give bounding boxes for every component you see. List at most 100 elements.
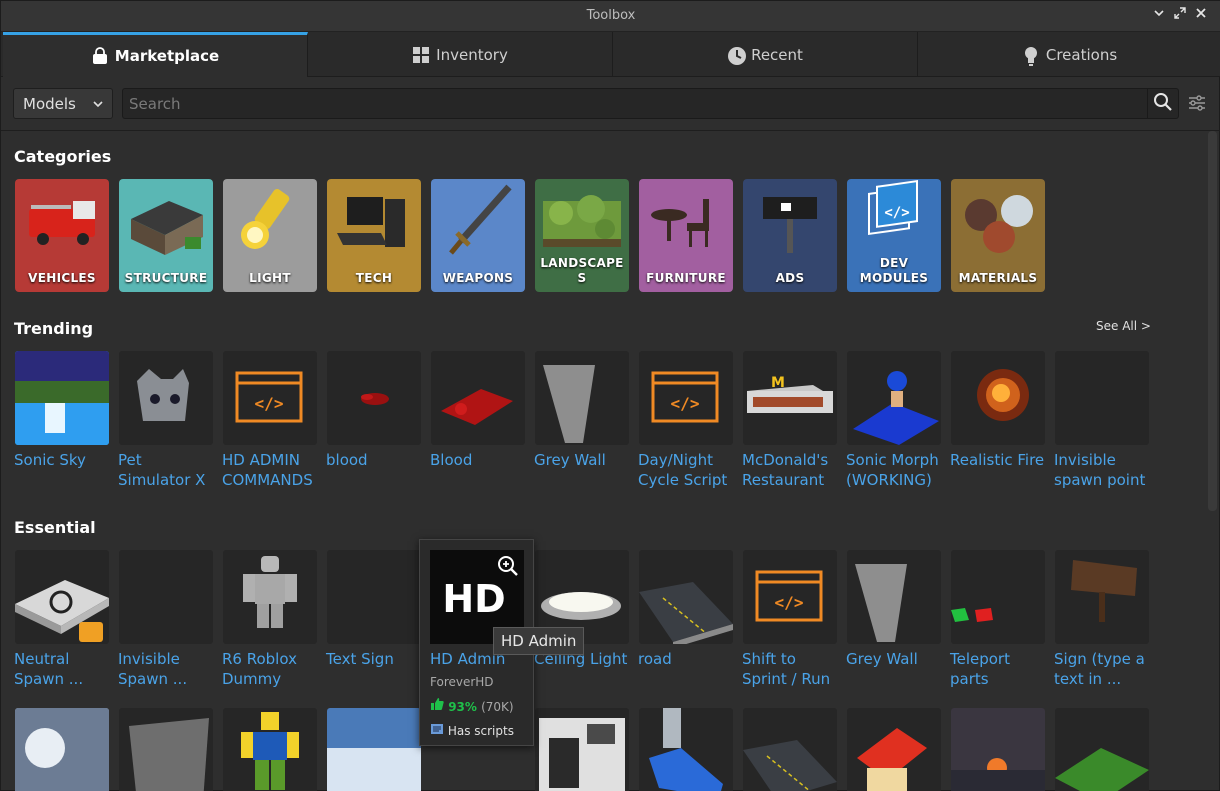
building-model bbox=[539, 718, 625, 791]
item-thumbnail[interactable] bbox=[223, 708, 317, 791]
item-name[interactable]: Invisible Spawn ... bbox=[118, 649, 208, 689]
item-name[interactable]: HD ADMIN COMMANDS bbox=[222, 450, 314, 490]
category-label: VEHICLES bbox=[28, 271, 96, 285]
item-thumbnail[interactable] bbox=[327, 708, 421, 791]
item-name[interactable]: McDonald's Restaurant bbox=[742, 450, 840, 490]
thumbs-up-icon bbox=[430, 698, 448, 714]
item-thumbnail[interactable]: </> bbox=[639, 351, 733, 445]
item-thumbnail[interactable] bbox=[119, 550, 213, 644]
noob-model bbox=[241, 712, 299, 790]
item-thumbnail[interactable] bbox=[951, 351, 1045, 445]
chevron-down-icon bbox=[92, 96, 104, 108]
script-icon: </> bbox=[651, 371, 719, 423]
tab-marketplace[interactable]: Marketplace bbox=[3, 32, 308, 77]
category-label: ADS bbox=[775, 271, 805, 285]
item-thumbnail[interactable] bbox=[327, 550, 421, 644]
item-thumbnail[interactable] bbox=[15, 550, 109, 644]
item-thumbnail[interactable] bbox=[535, 351, 629, 445]
skybox-image bbox=[327, 708, 421, 791]
tab-inventory[interactable]: Inventory bbox=[308, 32, 613, 77]
item-thumbnail[interactable] bbox=[951, 708, 1045, 791]
see-all-link[interactable]: See All > bbox=[1096, 319, 1151, 333]
item-thumbnail[interactable] bbox=[847, 550, 941, 644]
blood-splat bbox=[361, 393, 389, 405]
search-input[interactable] bbox=[129, 94, 1139, 114]
category-dev-modules[interactable]: </> DEV MODULES bbox=[847, 179, 941, 292]
category-materials[interactable]: MATERIALS bbox=[951, 179, 1045, 292]
item-thumbnail[interactable]: M bbox=[743, 351, 837, 445]
close-icon[interactable] bbox=[1193, 7, 1209, 25]
tab-label: Inventory bbox=[436, 45, 508, 64]
item-thumbnail[interactable] bbox=[847, 708, 941, 791]
grass-baseplate bbox=[1055, 748, 1149, 791]
lightbulb-icon bbox=[1022, 46, 1040, 66]
item-name[interactable]: Pet Simulator X bbox=[118, 450, 208, 490]
item-name[interactable]: Grey Wall bbox=[846, 649, 946, 669]
search-button[interactable] bbox=[1147, 89, 1178, 118]
categories-heading: Categories bbox=[14, 147, 112, 166]
tab-creations[interactable]: Creations bbox=[918, 32, 1220, 77]
essential-heading: Essential bbox=[14, 518, 96, 537]
item-name[interactable]: Grey Wall bbox=[534, 450, 634, 470]
chevron-down-icon[interactable] bbox=[1151, 7, 1167, 25]
vertical-scrollbar[interactable] bbox=[1208, 131, 1217, 511]
item-name[interactable]: Text Sign bbox=[326, 649, 426, 669]
fire-effect bbox=[977, 369, 1029, 421]
wooden-sign bbox=[1071, 560, 1137, 622]
item-name[interactable]: Realistic Fire bbox=[950, 450, 1050, 470]
category-weapons[interactable]: WEAPONS bbox=[431, 179, 525, 292]
terrain-icon bbox=[543, 195, 621, 247]
item-thumbnail[interactable] bbox=[327, 351, 421, 445]
item-thumbnail[interactable]: </> bbox=[743, 550, 837, 644]
item-name[interactable]: Invisible spawn point bbox=[1054, 450, 1154, 490]
category-ads[interactable]: ADS bbox=[743, 179, 837, 292]
item-name[interactable]: Teleport parts bbox=[950, 649, 1040, 689]
item-thumbnail[interactable] bbox=[15, 351, 109, 445]
category-vehicles[interactable]: VEHICLES bbox=[15, 179, 109, 292]
item-thumbnail[interactable] bbox=[1055, 351, 1149, 445]
item-name[interactable]: Sign (type a text in ... bbox=[1054, 649, 1146, 689]
category-light[interactable]: LIGHT bbox=[223, 179, 317, 292]
tab-recent[interactable]: Recent bbox=[613, 32, 918, 77]
tab-label: Creations bbox=[1045, 45, 1118, 64]
category-tech[interactable]: TECH bbox=[327, 179, 421, 292]
item-name[interactable]: blood bbox=[326, 450, 426, 470]
item-thumbnail[interactable] bbox=[639, 708, 733, 791]
item-name[interactable]: Sonic Sky bbox=[14, 450, 114, 470]
item-thumbnail[interactable] bbox=[743, 708, 837, 791]
item-thumbnail[interactable] bbox=[639, 550, 733, 644]
item-name[interactable]: Neutral Spawn ... bbox=[14, 649, 104, 689]
item-thumbnail[interactable] bbox=[15, 708, 109, 791]
item-thumbnail[interactable] bbox=[431, 351, 525, 445]
item-thumbnail[interactable] bbox=[1055, 550, 1149, 644]
item-thumbnail[interactable] bbox=[1055, 708, 1149, 791]
item-thumbnail[interactable]: </> bbox=[223, 351, 317, 445]
item-name[interactable]: R6 Roblox Dummy bbox=[222, 649, 312, 689]
creator-name[interactable]: ForeverHD bbox=[430, 675, 494, 689]
category-furniture[interactable]: FURNITURE bbox=[639, 179, 733, 292]
item-name[interactable]: Shift to Sprint / Run bbox=[742, 649, 834, 689]
category-structure[interactable]: STRUCTURE bbox=[119, 179, 213, 292]
category-label: LIGHT bbox=[249, 271, 291, 285]
sonic-model bbox=[853, 371, 939, 445]
item-name[interactable]: road bbox=[638, 649, 738, 669]
vote-count: (70K) bbox=[481, 700, 514, 714]
item-thumbnail[interactable] bbox=[951, 550, 1045, 644]
category-landscapes[interactable]: LANDSCAPE S bbox=[535, 179, 629, 292]
category-dropdown[interactable]: Models bbox=[13, 88, 113, 119]
svg-text:</>: </> bbox=[884, 205, 909, 221]
item-name[interactable]: Day/Night Cycle Script bbox=[638, 450, 733, 490]
item-thumbnail[interactable] bbox=[847, 351, 941, 445]
teleport-pads bbox=[951, 608, 993, 622]
filter-settings-icon[interactable] bbox=[1187, 93, 1207, 113]
item-thumbnail[interactable] bbox=[223, 550, 317, 644]
undock-icon[interactable] bbox=[1172, 7, 1188, 25]
zoom-in-icon[interactable] bbox=[496, 554, 520, 582]
item-name[interactable]: Sonic Morph (WORKING) bbox=[846, 450, 944, 490]
item-thumbnail[interactable] bbox=[119, 351, 213, 445]
item-thumbnail[interactable] bbox=[535, 708, 629, 791]
toolbox-window: Toolbox Marketplace Inventory Recent Cre… bbox=[0, 0, 1220, 791]
item-thumbnail[interactable] bbox=[119, 708, 213, 791]
fire-truck-icon bbox=[29, 201, 95, 245]
item-name[interactable]: Blood bbox=[430, 450, 530, 470]
